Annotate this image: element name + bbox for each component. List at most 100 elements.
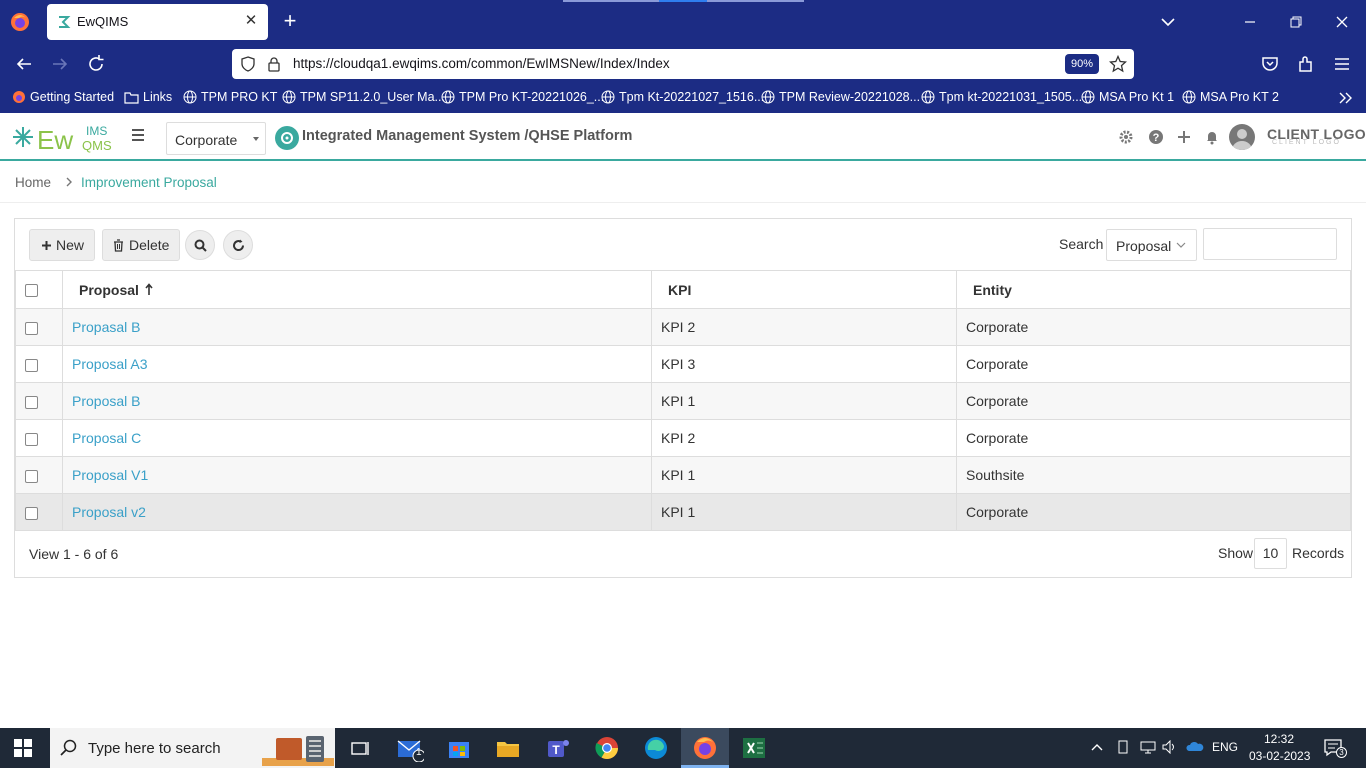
bookmarks-bar: Getting Started Links TPM PRO KT TPM SP1… [0,84,1366,113]
show-hidden-icons[interactable] [1090,740,1104,754]
proposal-cell: Proposal B [62,382,652,420]
new-button[interactable]: New [29,229,95,261]
bookmark-item[interactable]: MSA Pro Kt 1 [1081,90,1174,104]
refresh-button[interactable] [223,230,253,260]
volume-icon[interactable] [1162,740,1178,754]
bookmark-folder[interactable]: Links [124,90,172,104]
address-bar[interactable]: https://cloudqa1.ewqims.com/common/EwIMS… [232,49,1134,79]
clock-time[interactable]: 12:32 [1264,732,1294,746]
url-text[interactable]: https://cloudqa1.ewqims.com/common/EwIMS… [293,56,670,71]
row-checkbox[interactable] [25,395,38,409]
table-row[interactable]: Proposal B KPI 1 Corporate [15,382,1351,420]
extensions-icon[interactable] [1294,52,1318,76]
search-icon [60,739,77,756]
settings-gear-icon[interactable] [1118,129,1134,145]
proposal-link[interactable]: Proposal v2 [72,504,146,520]
new-tab-icon[interactable]: + [280,10,300,32]
ewqims-logo[interactable]: Ew IMS QMS [10,121,116,155]
search-button[interactable] [185,230,215,260]
edge-icon[interactable] [642,734,670,762]
windows-start-icon[interactable] [14,739,32,757]
close-tab-icon[interactable]: ✕ [242,12,260,30]
entity-select[interactable]: Corporate [166,122,266,155]
add-icon[interactable] [1176,129,1192,145]
proposal-link[interactable]: Proposal A3 [72,356,148,372]
column-header-proposal[interactable]: Proposal [62,270,652,309]
bookmark-item[interactable]: TPM Pro KT-20221026_... [441,90,604,104]
firefox-icon[interactable] [10,12,30,32]
globe-icon [601,90,615,104]
chrome-icon[interactable] [593,734,621,762]
delete-button[interactable]: Delete [102,229,180,261]
lock-icon[interactable] [266,56,282,72]
zoom-level-badge[interactable]: 90% [1065,54,1099,74]
table-row[interactable]: Propasal B KPI 2 Corporate [15,308,1351,346]
chevron-right-icon [66,177,72,187]
language-indicator[interactable]: ENG [1212,740,1238,754]
column-header-kpi[interactable]: KPI [651,270,957,309]
tablet-icon[interactable] [1116,740,1130,754]
forward-icon[interactable] [48,52,72,76]
row-checkbox[interactable] [25,432,38,446]
task-view-icon[interactable] [346,734,374,762]
more-bookmarks-icon[interactable] [1338,91,1353,105]
folder-icon [124,92,139,104]
pocket-icon[interactable] [1258,52,1282,76]
bookmark-item[interactable]: Tpm Kt-20221027_1516... [601,90,764,104]
store-icon[interactable] [445,734,473,762]
page-size-input[interactable]: 10 [1254,538,1287,569]
row-checkbox[interactable] [25,506,38,520]
bookmark-item[interactable]: TPM PRO KT [183,90,277,104]
back-icon[interactable] [12,52,36,76]
table-row[interactable]: Proposal A3 KPI 3 Corporate [15,345,1351,383]
row-checkbox[interactable] [25,321,38,335]
bookmark-item[interactable]: TPM SP11.2.0_User Ma... [282,90,445,104]
breadcrumb-current[interactable]: Improvement Proposal [81,175,217,190]
column-header-entity[interactable]: Entity [956,270,1351,309]
restore-icon[interactable] [1284,10,1308,34]
table-row[interactable]: Proposal V1 KPI 1 Southsite [15,456,1351,494]
teams-icon[interactable]: T [544,734,572,762]
clock-date[interactable]: 03-02-2023 [1249,749,1310,763]
bookmark-star-icon[interactable] [1109,55,1127,73]
list-tabs-icon[interactable] [1156,10,1180,34]
mail-icon[interactable]: 1 [396,734,426,763]
trash-icon [114,239,123,252]
row-checkbox[interactable] [25,358,38,372]
proposal-link[interactable]: Proposal C [72,430,141,446]
globe-icon [282,90,296,104]
bookmark-item[interactable]: Tpm kt-20221031_1505... [921,90,1082,104]
firefox-icon[interactable] [691,734,719,762]
table-row[interactable]: Proposal v2 KPI 1 Corporate [15,493,1351,531]
minimize-icon[interactable] [1238,10,1262,34]
windows-taskbar: Type here to search 1 T ENG 12:32 03-02-… [0,728,1366,768]
bookmark-item[interactable]: Getting Started [12,90,114,104]
bookmark-item[interactable]: TPM Review-20221028... [761,90,920,104]
bookmark-item[interactable]: MSA Pro KT 2 [1182,90,1279,104]
table-row[interactable]: Proposal C KPI 2 Corporate [15,419,1351,457]
entity-cell: Corporate [956,382,1351,420]
shield-icon[interactable] [240,56,256,72]
proposal-link[interactable]: Proposal V1 [72,467,148,483]
search-input[interactable] [1203,228,1337,260]
browser-tab[interactable]: EwQIMS ✕ [47,4,268,40]
row-checkbox[interactable] [25,469,38,483]
help-icon[interactable]: ? [1148,129,1164,145]
reload-icon[interactable] [84,52,108,76]
file-explorer-icon[interactable] [494,734,522,762]
menu-icon[interactable] [1330,52,1354,76]
proposal-link[interactable]: Propasal B [72,319,140,335]
hamburger-menu-icon[interactable] [130,127,146,143]
taskbar-search-box[interactable]: Type here to search [50,728,335,768]
search-field-select[interactable]: Proposal [1106,229,1197,261]
proposal-link[interactable]: Proposal B [72,393,140,409]
network-icon[interactable] [1140,740,1156,754]
onedrive-icon[interactable] [1186,740,1204,754]
notification-center-icon[interactable]: 3 [1323,738,1347,758]
user-avatar[interactable] [1229,124,1255,150]
breadcrumb-home[interactable]: Home [15,175,51,190]
select-all-checkbox[interactable] [25,284,38,298]
close-window-icon[interactable] [1330,10,1354,34]
excel-icon[interactable] [740,734,768,762]
notification-bell-icon[interactable] [1204,129,1220,145]
